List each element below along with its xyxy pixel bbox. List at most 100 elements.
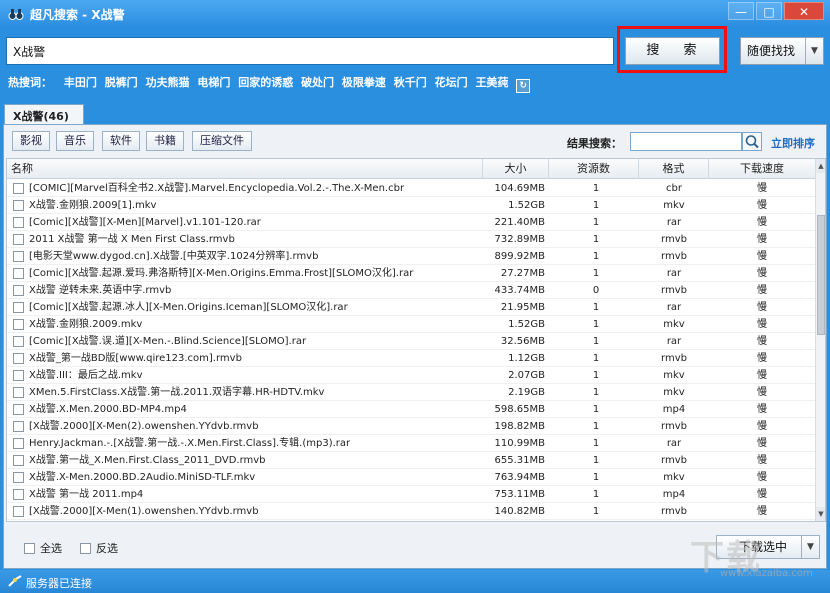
tab-result[interactable]: X战警(46) <box>4 104 84 125</box>
row-checkbox[interactable] <box>13 302 24 313</box>
hot-word[interactable]: 花坛门 <box>435 76 468 89</box>
table-row[interactable]: XMen.5.FirstClass.X战警.第一战.2011.双语字幕.HR-H… <box>7 384 815 401</box>
table-row[interactable]: [X战警.2000][X-Men(2).owenshen.YYdvb.rmvb 1… <box>7 418 815 435</box>
column-header-speed[interactable]: 下载速度 <box>709 159 815 179</box>
row-checkbox[interactable] <box>13 183 24 194</box>
category-archive-button[interactable]: 压缩文件 <box>192 131 252 151</box>
row-format: cbr <box>666 183 682 194</box>
row-checkbox[interactable] <box>13 217 24 228</box>
row-checkbox[interactable] <box>13 319 24 330</box>
table-row[interactable]: X战警.X.Men.2000.BD-MP4.mp4 598.65MB 1 mp4 慢 <box>7 401 815 418</box>
table-row[interactable]: X战警 逆转未来.英语中字.rmvb 433.74MB 0 rmvb 慢 <box>7 282 815 299</box>
select-all-checkbox[interactable]: 全选 <box>24 540 62 555</box>
row-format: rar <box>666 302 682 313</box>
category-music-button[interactable]: 音乐 <box>56 131 94 151</box>
row-checkbox[interactable] <box>13 251 24 262</box>
category-software-button[interactable]: 软件 <box>102 131 140 151</box>
table-row[interactable]: [Comic][X战警.起源.冰人][X-Men.Origins.Iceman]… <box>7 299 815 316</box>
table-row[interactable]: X战警.金刚狼.2009.mkv 1.52GB 1 mkv 慢 <box>7 316 815 333</box>
chevron-down-icon[interactable]: ▼ <box>801 536 819 558</box>
row-speed: 慢 <box>757 387 767 398</box>
row-speed: 慢 <box>757 353 767 364</box>
row-checkbox[interactable] <box>13 234 24 245</box>
row-size: 110.99MB <box>494 438 545 449</box>
row-checkbox[interactable] <box>13 455 24 466</box>
row-checkbox[interactable] <box>13 472 24 483</box>
checkbox-icon[interactable] <box>24 543 35 554</box>
row-checkbox[interactable] <box>13 370 24 381</box>
chevron-down-icon[interactable]: ▼ <box>805 38 823 64</box>
column-header-format[interactable]: 格式 <box>639 159 709 179</box>
row-format: mp4 <box>662 404 686 415</box>
row-format: rar <box>666 438 682 449</box>
row-checkbox[interactable] <box>13 438 24 449</box>
hot-word[interactable]: 极限拳速 <box>342 76 386 89</box>
hot-word[interactable]: 破处门 <box>301 76 334 89</box>
row-checkbox[interactable] <box>13 404 24 415</box>
row-sources: 1 <box>592 387 600 398</box>
scroll-up-icon[interactable]: ▲ <box>816 159 825 173</box>
hot-word[interactable]: 脱裤门 <box>105 76 138 89</box>
table-row[interactable]: [Comic][X战警][X-Men][Marvel].v1.101-120.r… <box>7 214 815 231</box>
row-checkbox[interactable] <box>13 336 24 347</box>
table-row[interactable]: [Comic][X战警.起源.爱玛.弗洛斯特][X-Men.Origins.Em… <box>7 265 815 282</box>
row-checkbox[interactable] <box>13 268 24 279</box>
row-checkbox[interactable] <box>13 489 24 500</box>
table-row[interactable]: Henry.Jackman.-.[X战警.第一战.-.X.Men.First.C… <box>7 435 815 452</box>
hot-word[interactable]: 回家的诱惑 <box>238 76 293 89</box>
table-row[interactable]: X战警.X-Men.2000.BD.2Audio.MiniSD-TLF.mkv 7… <box>7 469 815 486</box>
table-row[interactable]: X战警.第一战_X.Men.First.Class_2011_DVD.rmvb 6… <box>7 452 815 469</box>
column-header-sources[interactable]: 资源数 <box>549 159 639 179</box>
hot-word[interactable]: 丰田门 <box>64 76 97 89</box>
row-speed: 慢 <box>757 268 767 279</box>
row-sources: 1 <box>592 506 600 517</box>
column-header-name[interactable]: 名称 <box>7 159 483 179</box>
download-selected-button[interactable]: 下载选中 ▼ <box>716 535 820 559</box>
table-row[interactable]: X战警.金刚狼.2009[1].mkv 1.52GB 1 mkv 慢 <box>7 197 815 214</box>
row-speed: 慢 <box>757 336 767 347</box>
row-name: X战警_第一战BD版[www.qire123.com].rmvb <box>29 353 242 364</box>
category-video-button[interactable]: 影视 <box>12 131 50 151</box>
row-checkbox[interactable] <box>13 285 24 296</box>
row-size: 433.74MB <box>494 285 545 296</box>
category-books-button[interactable]: 书籍 <box>146 131 184 151</box>
row-checkbox[interactable] <box>13 353 24 364</box>
vertical-scrollbar[interactable]: ▲ ▼ <box>815 159 825 521</box>
checkbox-icon[interactable] <box>80 543 91 554</box>
random-search-button[interactable]: 随便找找 ▼ <box>740 37 824 65</box>
table-row[interactable]: [Comic][X战警.误.道][X-Men.-.Blind.Science][… <box>7 333 815 350</box>
search-input[interactable] <box>6 37 614 65</box>
table-row[interactable]: [电影天堂www.dygod.cn].X战警.[中英双字.1024分辨率].rm… <box>7 248 815 265</box>
refresh-icon[interactable]: ↻ <box>516 79 531 93</box>
column-header-size[interactable]: 大小 <box>483 159 549 179</box>
scroll-down-icon[interactable]: ▼ <box>816 507 825 521</box>
minimize-button[interactable]: — <box>728 2 754 20</box>
result-search-input[interactable] <box>630 132 742 151</box>
row-name: X战警.X-Men.2000.BD.2Audio.MiniSD-TLF.mkv <box>29 472 256 483</box>
row-format: mkv <box>663 319 685 330</box>
hot-word[interactable]: 王美莼 <box>475 76 508 89</box>
hot-word[interactable]: 功夫熊猫 <box>146 76 190 89</box>
row-checkbox[interactable] <box>13 200 24 211</box>
table-row[interactable]: X战警.III：最后之战.mkv 2.07GB 1 mkv 慢 <box>7 367 815 384</box>
table-row[interactable]: [X战警.2000][X-Men(1).owenshen.YYdvb.rmvb 1… <box>7 503 815 520</box>
row-size: 27.27MB <box>500 268 545 279</box>
close-button[interactable]: ✕ <box>784 2 824 20</box>
status-bar: 服务器已连接 <box>0 570 830 593</box>
row-checkbox[interactable] <box>13 387 24 398</box>
row-checkbox[interactable] <box>13 506 24 517</box>
scroll-thumb[interactable] <box>817 215 825 335</box>
table-row[interactable]: [COMIC][Marvel百科全书2.X战警].Marvel.Encyclop… <box>7 180 815 197</box>
maximize-button[interactable]: □ <box>756 2 782 20</box>
row-checkbox[interactable] <box>13 421 24 432</box>
result-search-button[interactable] <box>742 132 762 151</box>
hot-word[interactable]: 秋千门 <box>394 76 427 89</box>
table-row[interactable]: X战警 第一战 2011.mp4 753.11MB 1 mp4 慢 <box>7 486 815 503</box>
invert-selection-checkbox[interactable]: 反选 <box>80 540 118 555</box>
row-speed: 慢 <box>757 183 767 194</box>
table-row[interactable]: X战警_第一战BD版[www.qire123.com].rmvb 1.12GB 1 r… <box>7 350 815 367</box>
row-size: 753.11MB <box>494 489 545 500</box>
sort-now-link[interactable]: 立即排序 <box>771 135 815 151</box>
hot-word[interactable]: 电梯门 <box>197 76 230 89</box>
table-row[interactable]: 2011 X战警 第一战 X Men First Class.rmvb 732.8… <box>7 231 815 248</box>
